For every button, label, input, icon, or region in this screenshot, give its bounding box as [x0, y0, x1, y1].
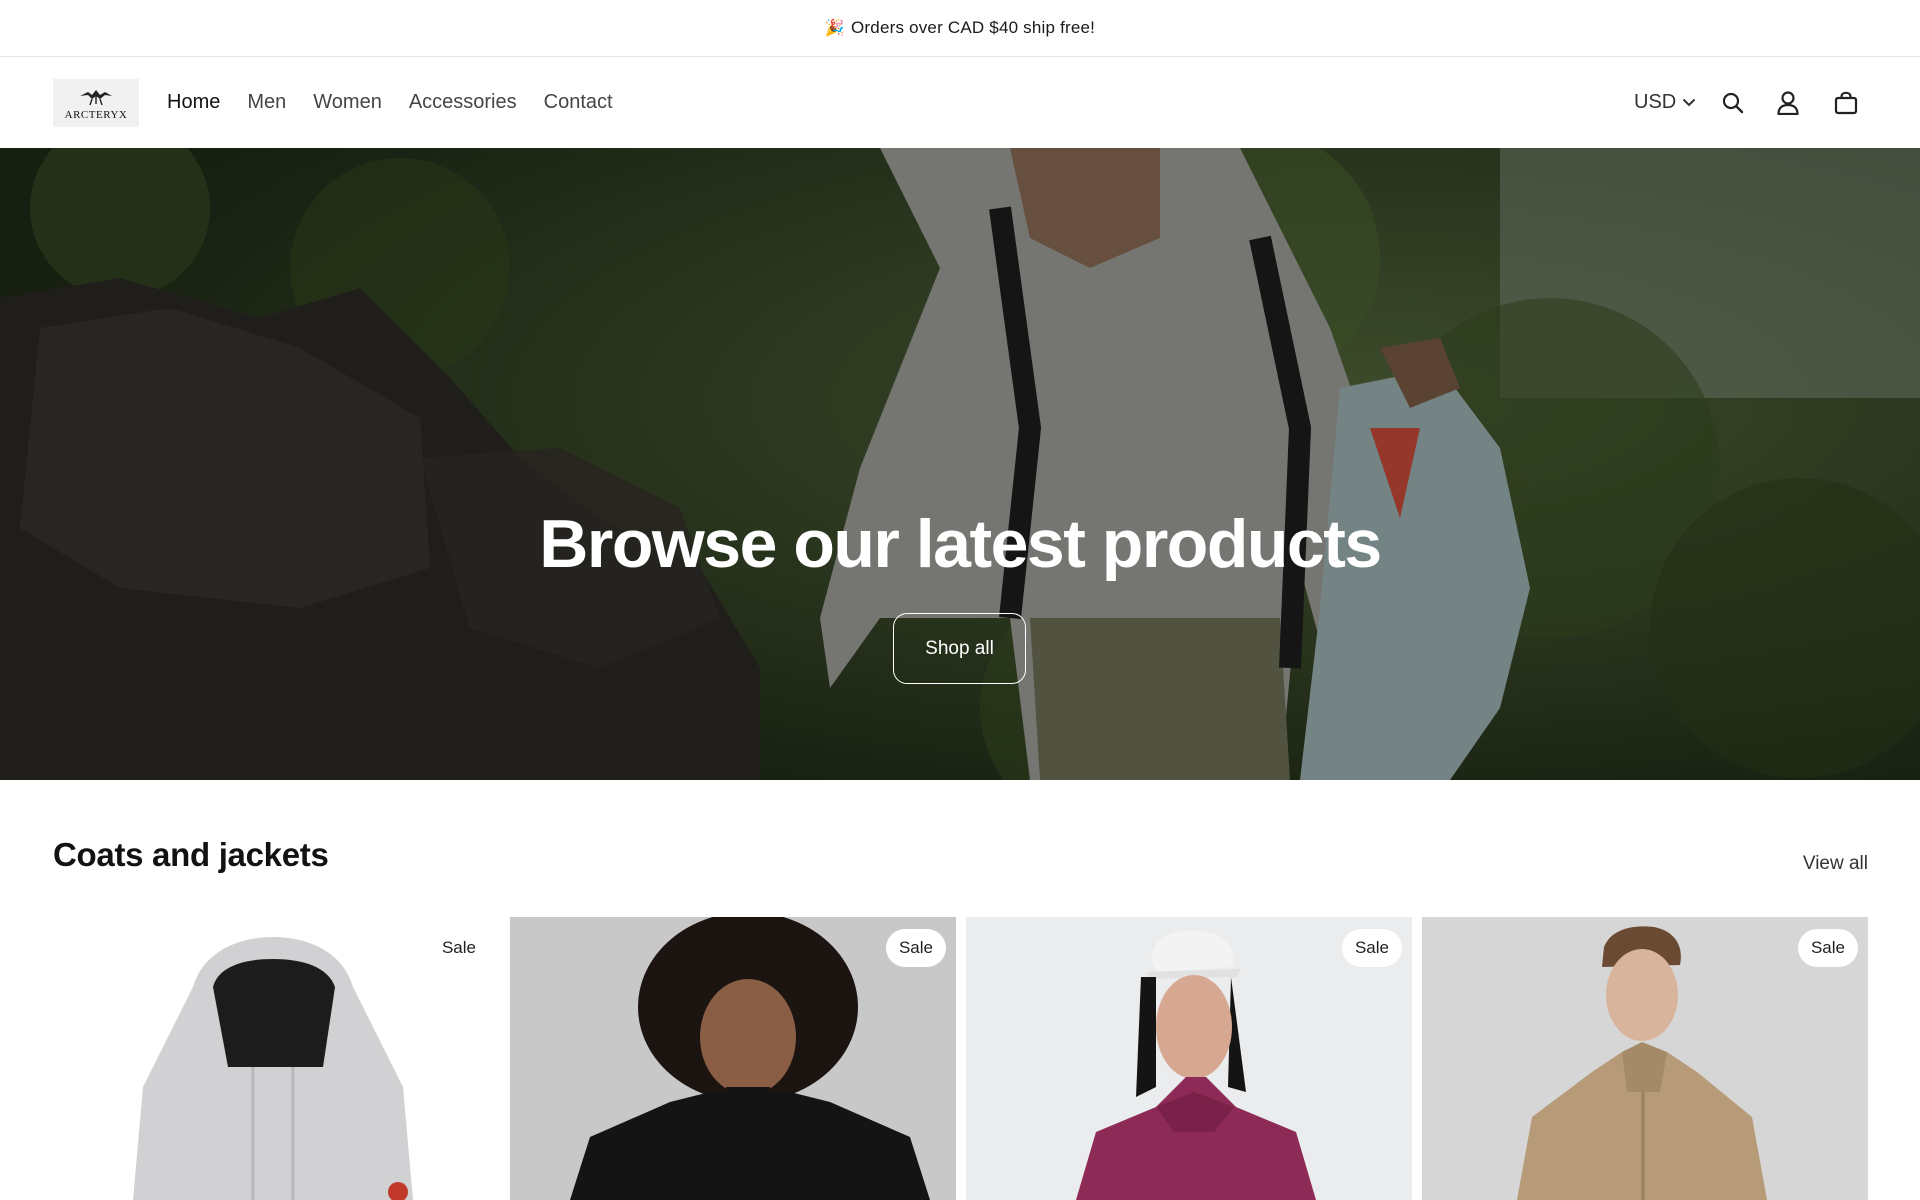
collection-title: Coats and jackets [53, 836, 329, 873]
brand-logo[interactable]: ARCTERYX [53, 79, 139, 127]
party-popper-icon: 🎉 [824, 20, 845, 37]
site-header: ARCTERYX Home Men Women Accessories Cont… [0, 57, 1920, 148]
search-icon [1722, 92, 1744, 113]
nav-item-women[interactable]: Women [313, 91, 382, 114]
sale-badge: Sale [1797, 929, 1858, 967]
sale-badge: Sale [885, 929, 946, 967]
arcteryx-bird-icon [80, 89, 112, 105]
hero-banner: Browse our latest products Shop all [0, 148, 1920, 780]
main-nav: Home Men Women Accessories Contact [167, 57, 640, 148]
cart-icon [1834, 91, 1858, 114]
shop-all-button[interactable]: Shop all [893, 613, 1026, 684]
logo-wordmark: ARCTERYX [64, 108, 128, 121]
product-card[interactable]: Sale [510, 917, 956, 1200]
nav-item-contact[interactable]: Contact [544, 91, 613, 114]
sale-badge: Sale [428, 929, 489, 967]
product-card[interactable]: Sale [53, 917, 499, 1200]
account-button[interactable] [1777, 57, 1799, 148]
account-icon [1777, 90, 1799, 115]
product-grid: Sale Sale Sale Sale [53, 917, 1868, 1200]
currency-selector[interactable]: USD [1634, 57, 1696, 148]
announcement-text: Orders over CAD $40 ship free! [851, 18, 1096, 37]
chevron-down-icon [1683, 98, 1696, 107]
nav-item-men[interactable]: Men [247, 91, 286, 114]
product-card[interactable]: Sale [966, 917, 1412, 1200]
view-all-link[interactable]: View all [1803, 853, 1868, 875]
search-button[interactable] [1722, 57, 1744, 148]
announcement-bar: 🎉 Orders over CAD $40 ship free! [0, 0, 1920, 57]
hero-title: Browse our latest products [539, 506, 1382, 582]
product-card[interactable]: Sale [1422, 917, 1868, 1200]
nav-item-home[interactable]: Home [167, 91, 220, 114]
currency-label: USD [1634, 91, 1677, 113]
hero-overlay [0, 148, 1920, 780]
nav-item-accessories[interactable]: Accessories [409, 91, 517, 114]
cart-button[interactable] [1834, 57, 1858, 148]
sale-badge: Sale [1341, 929, 1402, 967]
